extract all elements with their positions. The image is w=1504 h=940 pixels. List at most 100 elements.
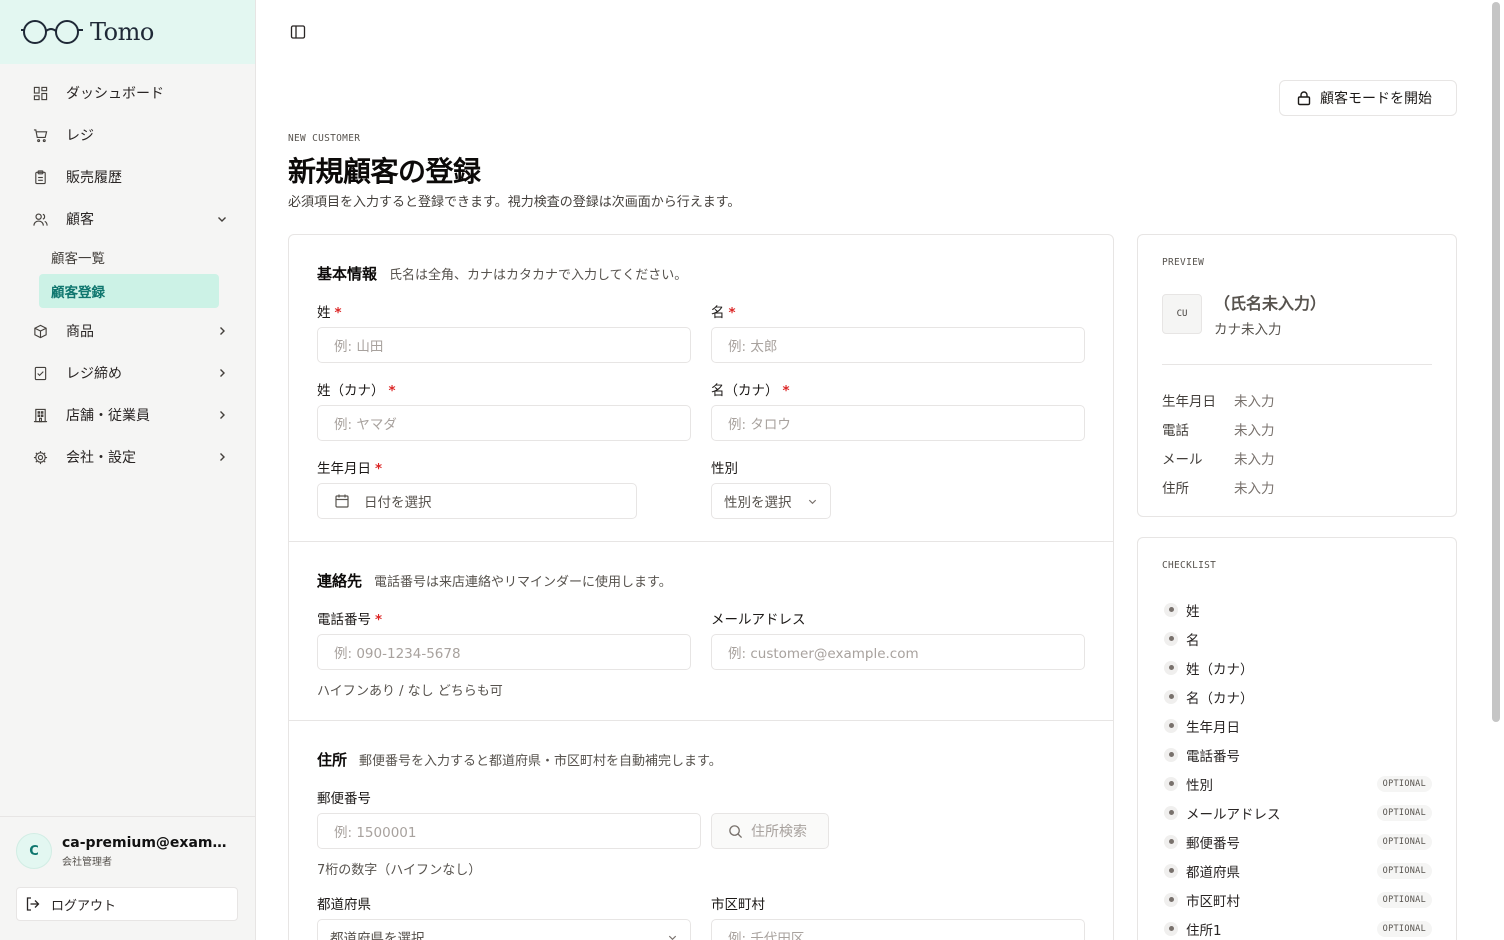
sidebar-subitem-customer-list[interactable]: 顧客一覧	[39, 240, 219, 274]
field-label: 名 *	[711, 301, 1085, 321]
phone-input[interactable]: 例: 090-1234-5678	[317, 634, 691, 670]
status-dot	[1164, 631, 1178, 646]
checklist-item-label: 郵便番号	[1186, 835, 1240, 852]
list-item: 生年月日	[1162, 711, 1432, 740]
avatar: CU	[1162, 294, 1202, 334]
sidebar-toggle-button[interactable]	[290, 24, 306, 40]
last-name-input[interactable]: 例: 山田	[317, 327, 691, 363]
search-icon	[728, 824, 743, 839]
prefecture-field: 都道府県 都道府県を選択	[317, 893, 691, 940]
sidebar-item-company-settings[interactable]: 会社・設定	[0, 436, 255, 478]
list-item: 都道府県 OPTIONAL	[1162, 856, 1432, 885]
list-item: 電話番号	[1162, 740, 1432, 769]
preview-details: 生年月日 未入力 電話 未入力 メール 未入力 住所 未入力	[1162, 385, 1432, 501]
clipboard-icon	[32, 169, 48, 185]
sidebar-item-sales-history[interactable]: 販売履歴	[0, 156, 255, 198]
sidebar-item-register[interactable]: レジ	[0, 114, 255, 156]
field-label-text: 郵便番号	[317, 791, 371, 807]
glasses-logo-icon	[21, 20, 83, 44]
preview-name: （氏名未入力）	[1214, 294, 1327, 313]
last-name-kana-input[interactable]: 例: ヤマダ	[317, 405, 691, 441]
birthdate-placeholder: 日付を選択	[364, 495, 432, 511]
checklist-item-label: 名	[1186, 632, 1200, 649]
status-dot	[1164, 921, 1178, 936]
logout-icon	[25, 896, 41, 912]
user-area: C ca-premium@example.com 会社管理者 ログアウト	[0, 816, 255, 940]
brand[interactable]: Tomo	[0, 0, 255, 64]
sidebar-item-register-close[interactable]: レジ締め	[0, 352, 255, 394]
optional-badge: OPTIONAL	[1376, 862, 1432, 879]
sidebar-item-label: 販売履歴	[66, 170, 122, 186]
panel-left-icon	[290, 25, 306, 39]
section-description: 氏名は全角、カナはカタカナで入力してください。	[389, 268, 688, 283]
list-item: 性別 OPTIONAL	[1162, 769, 1432, 798]
phone-field: 電話番号 * 例: 090-1234-5678 ハイフンあり / なし どちらも可	[317, 608, 691, 699]
customers-subnav: 顧客一覧 顧客登録	[0, 240, 255, 310]
logout-button[interactable]: ログアウト	[16, 887, 238, 921]
gear-icon	[32, 449, 48, 465]
preview-card: PREVIEW CU （氏名未入力） カナ未入力 生年月日 未入力 電話 未入力 メ…	[1137, 234, 1457, 517]
sidebar-item-dashboard[interactable]: ダッシュボード	[0, 72, 255, 114]
prefecture-select[interactable]: 都道府県を選択	[317, 919, 691, 940]
logout-label: ログアウト	[51, 898, 117, 914]
address-search-button[interactable]: 住所検索	[711, 813, 829, 849]
checklist-item-label: メールアドレス	[1186, 806, 1281, 823]
birthdate-field: 生年月日 * 日付を選択	[317, 457, 637, 519]
customer-mode-label: 顧客モードを開始	[1320, 91, 1432, 107]
first-name-input[interactable]: 例: 太郎	[711, 327, 1085, 363]
basic-info-section: 基本情報 氏名は全角、カナはカタカナで入力してください。	[289, 263, 1113, 284]
field-label-text: 名（カナ）	[711, 383, 779, 399]
sidebar-item-customers[interactable]: 顧客	[0, 198, 255, 240]
chevron-down-icon	[215, 212, 229, 226]
gender-select[interactable]: 性別を選択	[711, 483, 831, 519]
preview-value: 未入力	[1234, 480, 1275, 497]
preview-key: 住所	[1162, 480, 1189, 497]
avatar: C	[16, 833, 52, 869]
field-label: 郵便番号	[317, 787, 701, 807]
user-profile[interactable]: C ca-premium@example.com 会社管理者	[16, 833, 239, 869]
list-item: 姓（カナ）	[1162, 653, 1432, 682]
chevron-down-icon	[667, 932, 678, 940]
sidebar-item-label: 商品	[66, 324, 94, 340]
checklist-card: CHECKLIST 姓 名 姓（カナ） 名（カナ） 生年月日 電話番号 性別 OP…	[1137, 537, 1457, 940]
sidebar-item-label: ダッシュボード	[66, 86, 164, 102]
calendar-icon	[334, 493, 350, 509]
sidebar-subitem-customer-register[interactable]: 顧客登録	[39, 274, 219, 308]
field-label-text: 市区町村	[711, 897, 765, 913]
first-name-kana-field: 名（カナ） * 例: タロウ	[711, 379, 1085, 441]
brand-name: Tomo	[90, 18, 154, 46]
dashboard-icon	[32, 85, 48, 101]
prefecture-select-value: 都道府県を選択	[330, 931, 425, 940]
gender-field: 性別 性別を選択	[711, 457, 831, 519]
preview-row: 住所 未入力	[1162, 472, 1432, 501]
phone-hint: ハイフンあり / なし どちらも可	[317, 684, 503, 699]
section-divider	[289, 541, 1113, 542]
postal-code-input[interactable]: 例: 1500001	[317, 813, 701, 849]
field-label: 電話番号 *	[317, 608, 691, 628]
preview-value: 未入力	[1234, 393, 1275, 410]
checklist-item-label: 都道府県	[1186, 864, 1240, 881]
checklist-item-label: 性別	[1186, 777, 1213, 794]
user-email: ca-premium@example.com	[62, 834, 234, 851]
section-title: 連絡先	[317, 572, 363, 590]
email-input[interactable]: 例: customer@example.com	[711, 634, 1085, 670]
sidebar-item-stores-staff[interactable]: 店舗・従業員	[0, 394, 255, 436]
field-label-text: 性別	[711, 461, 738, 477]
birthdate-picker[interactable]: 日付を選択	[317, 483, 637, 519]
basic-info-header: 基本情報 氏名は全角、カナはカタカナで入力してください。	[317, 263, 1085, 284]
section-description: 郵便番号を入力すると都道府県・市区町村を自動補完します。	[359, 754, 722, 769]
first-name-kana-input[interactable]: 例: タロウ	[711, 405, 1085, 441]
contact-header: 連絡先 電話番号は来店連絡やリマインダーに使用します。	[317, 570, 1085, 591]
checklist-item-label: 姓（カナ）	[1186, 661, 1254, 678]
field-label-text: 名	[711, 305, 725, 321]
city-input[interactable]: 例: 千代田区	[711, 919, 1085, 940]
list-item: 名（カナ）	[1162, 682, 1432, 711]
package-icon	[32, 323, 48, 339]
list-item: メールアドレス OPTIONAL	[1162, 798, 1432, 827]
required-marker: *	[334, 305, 342, 321]
page-scrollbar[interactable]	[1492, 0, 1502, 940]
required-marker: *	[375, 461, 383, 477]
scrollbar-thumb[interactable]	[1492, 2, 1500, 722]
customer-mode-button[interactable]: 顧客モードを開始	[1279, 80, 1457, 116]
sidebar-item-products[interactable]: 商品	[0, 310, 255, 352]
